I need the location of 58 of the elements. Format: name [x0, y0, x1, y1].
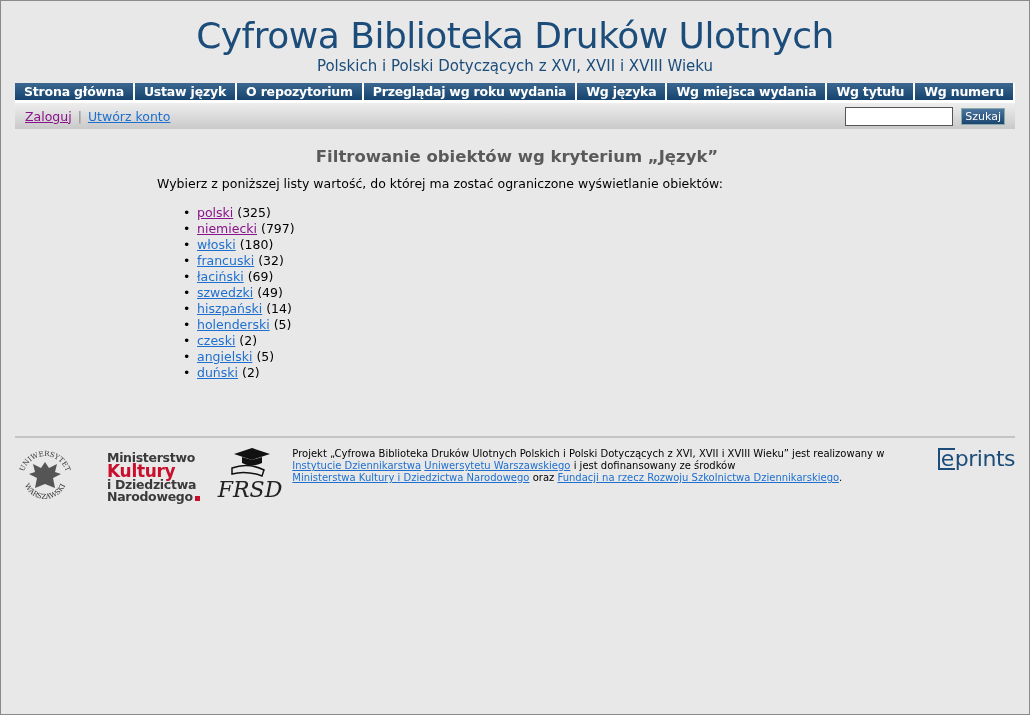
language-link[interactable]: niemiecki — [197, 221, 257, 236]
search-field[interactable] — [845, 106, 954, 126]
item-count: (5) — [273, 317, 292, 332]
language-link[interactable]: angielski — [197, 349, 253, 364]
item-count: (49) — [257, 285, 283, 300]
nav-tab[interactable]: Przeglądaj wg roku wydania — [363, 83, 578, 100]
page-heading: Filtrowanie obiektów wg kryterium „Język” — [315, 147, 719, 166]
separator: | — [77, 108, 82, 124]
footer-link[interactable]: Uniwersytetu Warszawskiego — [424, 460, 571, 471]
item-count: (32) — [258, 253, 284, 268]
site-title: Cyfrowa Biblioteka Druków Ulotnych — [195, 15, 835, 57]
list-bullet: • — [183, 221, 192, 237]
language-link[interactable]: włoski — [197, 237, 236, 252]
list-bullet: • — [183, 317, 192, 333]
language-link[interactable]: szwedzki — [197, 285, 254, 300]
list-bullet: • — [183, 365, 192, 381]
site-subtitle: Polskich i Polski Dotyczących z XVI, XVII i XVIII Wieku — [316, 57, 714, 75]
language-link[interactable]: holenderski — [197, 317, 270, 332]
list-bullet: • — [183, 269, 192, 285]
list-bullet: • — [183, 237, 192, 253]
account-link[interactable]: Zaloguj — [25, 108, 72, 124]
intro-text: Wybierz z poniższej listy wartość, do której ma zostać ograniczone wyświetlanie obiektów: — [157, 176, 723, 191]
nav-tab[interactable]: Strona główna — [15, 83, 135, 100]
language-link[interactable]: łaciński — [197, 269, 244, 284]
item-count: (797) — [261, 221, 295, 236]
footer-link[interactable]: Instytucie Dziennikarstwa — [292, 460, 422, 471]
nav-tab[interactable]: Ustaw język — [134, 83, 238, 100]
language-link[interactable]: czeski — [197, 333, 236, 348]
item-count: (180) — [239, 237, 274, 252]
footer-link[interactable]: Fundacji na rzecz Rozwoju Szkolnictwa Dziennikarskiego — [557, 472, 839, 483]
eprints-logo: eprints — [937, 446, 1015, 471]
list-bullet: • — [183, 205, 192, 221]
nav-tab[interactable]: O repozytorium — [237, 83, 364, 100]
list-bullet: • — [183, 349, 192, 365]
frsd-logo: FRSD — [217, 446, 283, 502]
search-button[interactable]: Szukaj — [961, 107, 1005, 125]
list-bullet: • — [183, 301, 192, 317]
language-link[interactable]: polski — [197, 205, 234, 220]
list-bullet: • — [183, 285, 192, 301]
item-count: (2) — [242, 365, 260, 380]
list-bullet: • — [183, 333, 192, 349]
footer-link[interactable]: Ministerstwa Kultury i Dziedzictwa Narodowego — [292, 472, 530, 483]
ministry-logo: Ministerstwo Kultury i Dziedzictwa Narodowego — [107, 452, 200, 503]
account-link[interactable]: Utwórz konto — [87, 108, 171, 124]
item-count: (14) — [266, 301, 292, 316]
nav-tab[interactable]: Wg języka — [577, 83, 668, 100]
nav-tab[interactable]: Wg miejsca wydania — [667, 83, 828, 100]
item-count: (325) — [237, 205, 271, 220]
list-bullet: • — [183, 253, 192, 269]
language-link[interactable]: duński — [197, 365, 238, 380]
project-description: Projekt „Cyfrowa Biblioteka Druków Ulotnych Polskich i Polski Dotyczących z XVI, XVII i XVIII Wieku” jest realizowany w Instytucie Dziennikarstwa Uniwersytetu Warszawskiego i jest dofinansowany ze środków Ministerstwa Kultury i Dziedzictwa Narodowego oraz Fundacji na rzecz Rozwoju Szkolnictwa Dziennikarskiego. — [292, 448, 886, 484]
item-count: (5) — [256, 349, 275, 364]
language-link[interactable]: hiszpański — [197, 301, 263, 316]
nav-tab[interactable]: Wg numeru — [915, 83, 1015, 100]
language-link[interactable]: francuski — [197, 253, 255, 268]
item-count: (2) — [239, 333, 258, 348]
nav-tab[interactable]: Wg tytułu — [827, 83, 916, 100]
item-count: (69) — [247, 269, 274, 284]
